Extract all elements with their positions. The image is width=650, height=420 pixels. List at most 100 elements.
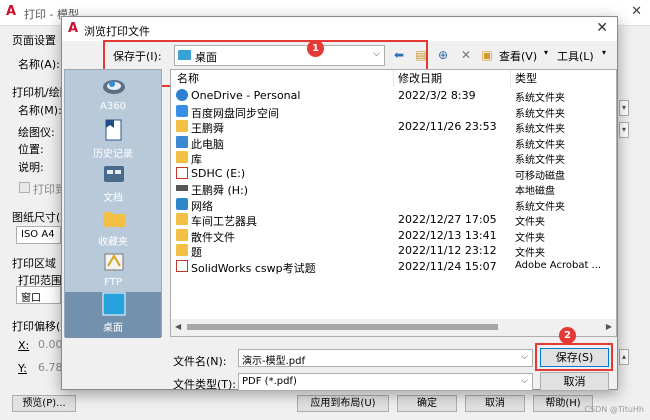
- drive-icon: [176, 185, 188, 191]
- chevron-down-icon[interactable]: ⌵: [521, 352, 528, 362]
- printer-name-label: 名称(M):: [18, 104, 62, 117]
- favorites-folder-icon: [103, 212, 125, 227]
- filename-value: 演示-模型.pdf: [242, 356, 306, 367]
- location-label: 位置:: [18, 143, 44, 156]
- browse-dialog-titlebar: A 浏览打印文件 ✕: [62, 17, 617, 41]
- file-row[interactable]: 车间工艺器具 2022/12/27 17:05 文件夹: [171, 212, 616, 228]
- place-documents[interactable]: 文档: [65, 162, 161, 208]
- paper-size-select[interactable]: ISO A4: [16, 226, 61, 244]
- column-divider[interactable]: [510, 70, 511, 87]
- apply-to-layout-button[interactable]: 应用到布局(U): [297, 395, 389, 412]
- baidu-netdisk-icon: [176, 104, 188, 117]
- file-row[interactable]: 百度网盘同步空间 系统文件夹: [171, 104, 616, 120]
- view-menu[interactable]: 查看(V): [499, 48, 537, 64]
- page-setup-name-label: 名称(A):: [18, 58, 60, 71]
- new-folder-icon[interactable]: ▣: [479, 47, 495, 63]
- file-row[interactable]: 库系统文件夹: [171, 150, 616, 166]
- back-icon[interactable]: ⬅: [391, 47, 407, 63]
- chevron-down-icon[interactable]: ▾: [602, 48, 606, 57]
- print-to-file-checkbox[interactable]: [19, 182, 30, 193]
- horizontal-scrollbar[interactable]: ◀ ▶: [171, 319, 616, 336]
- network-icon: [176, 197, 188, 210]
- file-type: 系统文件夹: [515, 201, 565, 213]
- spin-icon[interactable]: ▴: [619, 349, 629, 365]
- place-favorites[interactable]: 收藏夹: [65, 206, 161, 252]
- place-label: A360: [100, 101, 126, 112]
- file-date: 2022/11/12 23:12: [398, 244, 497, 257]
- offset-y-value[interactable]: 6.78: [38, 361, 63, 374]
- chevron-down-icon[interactable]: ▾: [544, 48, 548, 57]
- filetype-select[interactable]: PDF (*.pdf) ⌵: [238, 373, 533, 391]
- chevron-down-icon[interactable]: ▾: [619, 100, 629, 116]
- cancel-button[interactable]: 取消: [540, 372, 609, 391]
- save-button[interactable]: 保存(S): [540, 348, 609, 367]
- file-row[interactable]: 王鹏舜 (H:) 本地磁盘: [171, 181, 616, 197]
- autocad-logo-icon: A: [68, 21, 79, 36]
- place-desktop[interactable]: 桌面: [65, 292, 161, 338]
- cancel-button[interactable]: 取消: [465, 395, 525, 412]
- description-label: 说明:: [18, 161, 44, 174]
- file-type: 系统文件夹: [515, 93, 565, 104]
- history-icon: [105, 119, 122, 141]
- scroll-right-icon[interactable]: ▶: [606, 322, 612, 331]
- place-history[interactable]: 历史记录: [65, 118, 161, 164]
- a360-icon: [103, 80, 125, 94]
- close-icon[interactable]: ✕: [631, 4, 642, 19]
- file-list[interactable]: 名称 ^ 修改日期 类型 OneDrive - Personal 2022/3/2…: [170, 69, 617, 337]
- print-area-heading: 打印区域: [12, 257, 56, 270]
- chevron-down-icon[interactable]: ▾: [619, 122, 629, 138]
- scrollbar-thumb[interactable]: [187, 324, 498, 330]
- file-row[interactable]: 网络 系统文件夹: [171, 197, 616, 213]
- paper-size-heading: 图纸尺寸(Z): [12, 211, 61, 224]
- file-row[interactable]: 此电脑 系统文件夹: [171, 135, 616, 151]
- chevron-down-icon[interactable]: ⌵: [521, 376, 528, 386]
- ftp-icon: [104, 253, 124, 271]
- delete-icon[interactable]: ✕: [458, 47, 474, 63]
- file-row[interactable]: OneDrive - Personal 2022/3/2 8:39 系统文件夹: [171, 88, 616, 104]
- search-web-icon[interactable]: ⊕: [435, 47, 451, 63]
- place-ftp[interactable]: FTP: [65, 250, 161, 296]
- column-header-name[interactable]: 名称: [177, 70, 199, 87]
- folder-icon: [176, 213, 188, 225]
- column-divider[interactable]: [393, 70, 394, 87]
- column-header-modified[interactable]: 修改日期: [398, 70, 442, 87]
- print-offset-heading: 打印偏移(原点设置在可打印区域): [12, 320, 61, 333]
- callout-badge-2: 2: [559, 327, 576, 344]
- filename-input[interactable]: 演示-模型.pdf ⌵: [238, 349, 533, 367]
- file-row[interactable]: 王鹏舜 2022/11/26 23:53 系统文件夹: [171, 119, 616, 135]
- folder-icon: [176, 244, 188, 256]
- place-label: 桌面: [103, 323, 123, 334]
- file-type: 文件夹: [515, 232, 545, 244]
- tools-menu[interactable]: 工具(L): [557, 48, 594, 64]
- sort-ascending-icon: ^: [279, 69, 288, 77]
- offset-y-label: Y:: [18, 362, 27, 375]
- callout-badge-1: 1: [307, 40, 324, 57]
- offset-x-value[interactable]: 0.00: [38, 338, 63, 351]
- close-icon[interactable]: ✕: [596, 20, 608, 36]
- file-row[interactable]: 散件文件 2022/12/13 13:41 文件夹: [171, 228, 616, 244]
- save-in-combobox[interactable]: 桌面 ⌵: [174, 45, 385, 66]
- browse-plot-file-dialog: A 浏览打印文件 ✕ 保存于(I): 桌面 ⌵ ⬅ ▤ ⊕ ✕ ▣ 查看(V) …: [61, 16, 618, 391]
- place-a360[interactable]: A360: [65, 74, 161, 120]
- file-row[interactable]: 题 2022/11/12 23:12 文件夹: [171, 243, 616, 259]
- ok-button[interactable]: 确定: [397, 395, 457, 412]
- print-range-select[interactable]: 窗口: [16, 286, 61, 304]
- preview-button[interactable]: 预览(P)...: [12, 395, 76, 412]
- file-type: 系统文件夹: [515, 139, 565, 151]
- file-name: OneDrive - Personal: [191, 89, 301, 102]
- place-label: 历史记录: [93, 149, 133, 160]
- file-row[interactable]: SolidWorks cswp考试题 2022/11/24 15:07 Adobe …: [171, 259, 616, 275]
- place-label: FTP: [104, 277, 122, 288]
- save-in-label: 保存于(I):: [113, 50, 162, 63]
- chevron-down-icon[interactable]: ⌵: [373, 49, 380, 59]
- up-folder-icon[interactable]: ▤: [413, 47, 429, 63]
- place-label: 收藏夹: [98, 237, 128, 248]
- file-type: 系统文件夹: [515, 124, 565, 135]
- column-header-type[interactable]: 类型: [515, 70, 537, 87]
- file-row[interactable]: SDHC (E:) 可移动磁盘: [171, 166, 616, 182]
- sd-card-icon: [176, 166, 188, 179]
- computer-icon: [176, 135, 188, 148]
- page-setup-heading: 页面设置: [12, 34, 56, 47]
- scroll-left-icon[interactable]: ◀: [175, 322, 181, 331]
- folder-icon: [176, 228, 188, 241]
